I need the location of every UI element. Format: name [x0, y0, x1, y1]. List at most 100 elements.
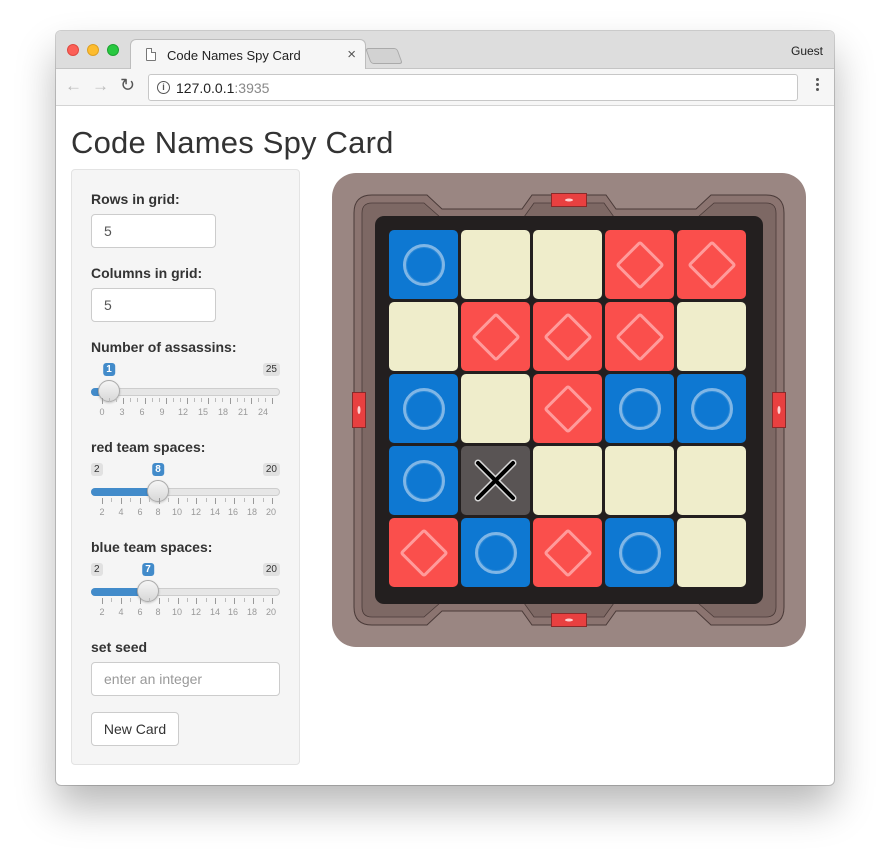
tick-label: 16	[227, 507, 239, 517]
tab-title: Code Names Spy Card	[167, 48, 301, 63]
url-text: 127.0.0.1:3935	[176, 80, 269, 96]
columns-input[interactable]: 5	[91, 288, 216, 322]
sidebar-panel: Rows in grid: 5 Columns in grid: 5 Numbe…	[71, 169, 300, 765]
red-value: 8	[152, 463, 164, 476]
tick-label: 12	[190, 607, 202, 617]
slider-tick	[234, 598, 236, 604]
new-tab-button[interactable]	[365, 48, 403, 64]
red-min: 2	[91, 463, 103, 476]
card-cell-blue	[677, 374, 746, 443]
slider-tick-labels: 0 3 6 9 12 15 18 21 24	[91, 407, 280, 417]
slider-tick	[215, 398, 217, 402]
card-cell-blue	[389, 230, 458, 299]
slider-tick	[130, 498, 132, 502]
zoom-window-button[interactable]	[107, 44, 119, 56]
tick-label: 18	[246, 607, 258, 617]
red-spaces-label: red team spaces:	[91, 439, 206, 455]
slider-tick	[215, 498, 217, 504]
card-cell-blue	[461, 518, 530, 587]
indicator-light-left	[352, 392, 366, 428]
slider-tick	[187, 598, 188, 602]
tick-label: 10	[171, 607, 183, 617]
more-menu-icon[interactable]	[816, 78, 820, 93]
card-cell-neutral	[677, 518, 746, 587]
slider-tick	[111, 598, 113, 602]
circle-icon	[618, 531, 661, 574]
arrow-left-icon[interactable]: ←	[65, 76, 82, 96]
new-card-button[interactable]: New Card	[91, 712, 179, 746]
slider-tick	[144, 398, 146, 404]
slider-tick	[109, 398, 111, 402]
slider-tick	[179, 398, 181, 402]
slider-tick	[151, 398, 153, 402]
info-icon[interactable]: i	[157, 81, 170, 94]
diamond-icon	[542, 527, 593, 578]
minimize-window-button[interactable]	[87, 44, 99, 56]
slider-tick	[130, 398, 132, 402]
tick-label: 8	[155, 507, 161, 517]
close-window-button[interactable]	[67, 44, 79, 56]
diamond-icon	[614, 239, 665, 290]
arrow-right-icon[interactable]: →	[92, 76, 109, 96]
reload-icon[interactable]: ↻	[120, 75, 135, 96]
blue-max: 20	[262, 563, 280, 576]
seed-label: set seed	[91, 639, 148, 655]
browser-tab[interactable]: Code Names Spy Card ×	[130, 39, 366, 70]
blue-min: 2	[91, 563, 103, 576]
slider-tick	[194, 398, 196, 402]
card-cell-neutral	[533, 446, 602, 515]
card-cell-red	[533, 518, 602, 587]
slider-tick	[158, 398, 160, 402]
slider-tick	[158, 498, 160, 504]
page-title: Code Names Spy Card	[71, 125, 394, 160]
slider-tick	[243, 498, 245, 502]
rows-input[interactable]: 5	[91, 214, 216, 248]
card-cell-red	[677, 230, 746, 299]
slider-tick	[234, 498, 236, 504]
tick-label: 2	[99, 607, 105, 617]
slider-ticks	[91, 498, 280, 506]
slider-tick-labels: 2 4 6 8 10 12 14 16 18 20	[91, 507, 280, 517]
blue-spaces-slider[interactable]: 2 20 7 2 4 6 8 10 12 14 16 18 20	[91, 563, 280, 623]
slider-tick	[224, 598, 226, 602]
slider-tick	[264, 398, 266, 402]
page-icon	[146, 48, 156, 61]
red-spaces-slider[interactable]: 2 20 8 2 4 6 8 10 12 14 16 18 20	[91, 463, 280, 523]
slider-tick	[168, 598, 170, 602]
indicator-light-right	[772, 392, 786, 428]
browser-window: Code Names Spy Card × Guest ← → ↻ i 127.…	[56, 31, 834, 785]
tick-label: 15	[197, 407, 209, 417]
tab-close-icon[interactable]: ×	[347, 46, 356, 63]
slider-tick	[149, 598, 151, 602]
assassins-value: 1	[103, 363, 115, 376]
slider-tick	[102, 498, 103, 504]
url-port: :3935	[234, 80, 270, 96]
card-cell-red	[605, 230, 674, 299]
assassins-label: Number of assassins:	[91, 339, 237, 355]
circle-icon	[618, 387, 661, 430]
card-cell-red	[389, 518, 458, 587]
diamond-icon	[398, 527, 449, 578]
slider-ticks	[91, 398, 280, 406]
tick-label: 18	[246, 507, 258, 517]
profile-label[interactable]: Guest	[791, 44, 823, 58]
rows-label: Rows in grid:	[91, 191, 180, 207]
title-bar: Code Names Spy Card × Guest	[56, 31, 834, 70]
slider-tick	[250, 398, 252, 404]
slider-tick	[208, 398, 210, 404]
slider-tick	[196, 498, 198, 504]
diamond-icon	[470, 311, 521, 362]
slider-tick	[120, 498, 122, 504]
seed-input[interactable]: enter an integer	[91, 662, 280, 696]
diamond-icon	[542, 311, 593, 362]
diamond-icon	[542, 383, 593, 434]
slider-tick	[243, 598, 245, 602]
cross-icon	[474, 459, 517, 502]
address-bar[interactable]: i 127.0.0.1:3935	[148, 74, 798, 101]
tick-label: 16	[227, 607, 239, 617]
slider-tick	[102, 398, 103, 404]
blue-value: 7	[142, 563, 154, 576]
assassins-slider[interactable]: 1 25 1 0 3 6 9 12 15 18 21 24	[91, 363, 280, 423]
slider-tick	[187, 398, 188, 404]
slider-tick	[177, 498, 179, 504]
